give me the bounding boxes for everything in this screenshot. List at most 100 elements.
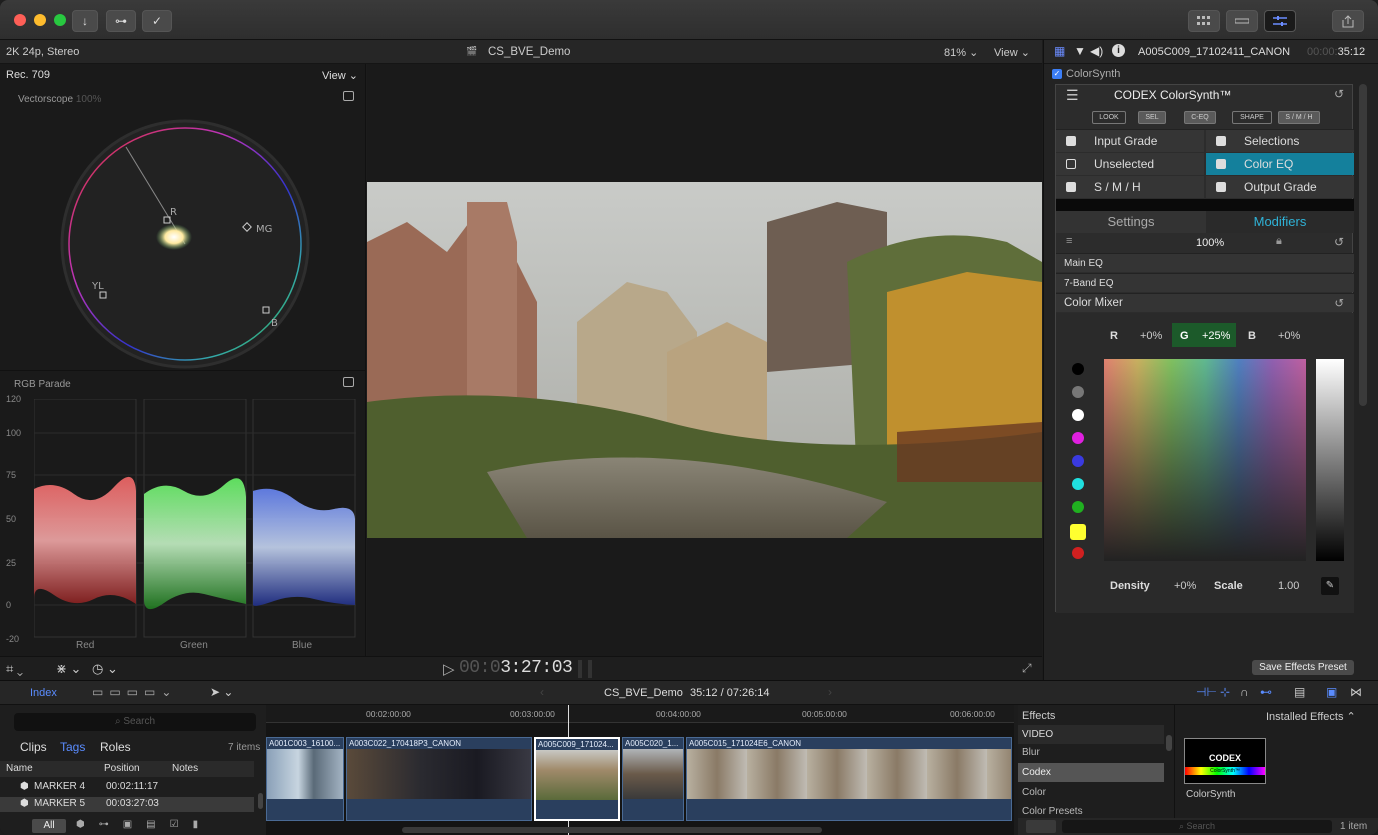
category-scrollbar[interactable] xyxy=(1166,735,1172,751)
grid-input-grade[interactable]: Input Grade xyxy=(1056,130,1204,152)
effects-search-input[interactable]: ⌕ Search xyxy=(1062,820,1332,833)
background-tasks-button[interactable]: ✓ xyxy=(142,10,172,32)
grid-output-grade[interactable]: Output Grade xyxy=(1206,176,1354,198)
eyedropper-icon[interactable]: ✎ xyxy=(1321,577,1339,595)
color-inspector-icon[interactable]: ▼ xyxy=(1074,44,1086,58)
amount-value[interactable]: 100% xyxy=(1196,237,1224,249)
effects-browser-icon[interactable]: ▣ xyxy=(1326,685,1337,699)
reset-plugin-icon[interactable]: ↺ xyxy=(1334,87,1344,101)
scope-settings-icon[interactable] xyxy=(343,91,354,101)
g-value[interactable]: +25% xyxy=(1202,330,1230,342)
installed-effects-menu[interactable]: Installed Effects ⌃ xyxy=(1266,710,1356,723)
timeline-scrollbar[interactable] xyxy=(402,827,822,833)
density-value[interactable]: +0% xyxy=(1174,580,1196,592)
hamburger-menu-icon[interactable]: ☰ xyxy=(1066,87,1079,104)
color-swatch[interactable] xyxy=(1072,409,1084,421)
timeline-clip-selected[interactable]: A005C009_171024... xyxy=(534,737,620,821)
edit-mode-icons[interactable]: ▭▭▭▭⌄ xyxy=(92,685,177,699)
retime-tool-icon[interactable]: ◷ ⌄ xyxy=(92,661,118,677)
timecode-display[interactable]: 00:03:27:03 xyxy=(459,658,573,678)
index-search-input[interactable]: ⌕ Search xyxy=(14,713,256,731)
color-swatch[interactable] xyxy=(1072,547,1084,559)
import-button[interactable]: ↓ xyxy=(72,10,98,32)
tab-settings[interactable]: Settings xyxy=(1056,211,1206,233)
timeline-clip[interactable]: A005C020_1... xyxy=(622,737,684,821)
headphones-icon[interactable]: ∩ xyxy=(1240,685,1249,699)
grid-unselected[interactable]: Unselected xyxy=(1056,153,1204,175)
color-swatch[interactable] xyxy=(1070,524,1086,540)
transitions-browser-icon[interactable]: ⋈ xyxy=(1350,685,1362,699)
grid-smh[interactable]: S / M / H xyxy=(1056,176,1204,198)
tab-clips[interactable]: Clips xyxy=(20,740,47,754)
color-swatch[interactable] xyxy=(1072,432,1084,444)
filter-type-icons[interactable]: ⬢⊶▣▤☑▮ xyxy=(76,819,212,830)
zoom-menu[interactable]: 81% ⌄ xyxy=(944,46,978,59)
skimming-icon[interactable]: ⊹ xyxy=(1220,685,1230,699)
filter-all-button[interactable]: All xyxy=(32,819,66,833)
color-plane[interactable] xyxy=(1104,359,1306,561)
lock-icon[interactable]: 🔒︎ xyxy=(1276,235,1282,248)
tab-ceq[interactable]: C-EQ xyxy=(1184,111,1216,124)
video-inspector-icon[interactable]: ▦ xyxy=(1054,44,1065,58)
nav-forward-icon[interactable]: › xyxy=(828,685,832,699)
clip-appearance-icon[interactable]: ▤ xyxy=(1294,685,1305,699)
color-swatch[interactable] xyxy=(1072,501,1084,513)
scale-value[interactable]: 1.00 xyxy=(1278,580,1299,592)
video-frame-image[interactable] xyxy=(367,182,1042,538)
reset-amount-icon[interactable]: ↺ xyxy=(1334,235,1344,249)
timeline-clip[interactable]: A003C022_170418P3_CANON xyxy=(346,737,532,821)
fullscreen-icon[interactable]: ⤢ xyxy=(1022,661,1032,676)
tab-sel[interactable]: SEL xyxy=(1138,111,1166,124)
timeline-toggle-icon[interactable] xyxy=(1226,10,1258,32)
viewer-view-menu[interactable]: View ⌄ xyxy=(994,46,1030,59)
select-tool-icon[interactable]: ➤ ⌄ xyxy=(210,685,233,699)
effect-enable-checkbox[interactable]: ✓ xyxy=(1052,69,1062,79)
scope-view-menu[interactable]: View ⌄ xyxy=(322,69,358,82)
share-icon[interactable] xyxy=(1332,10,1364,32)
filter-icon[interactable]: ≡ xyxy=(1066,235,1072,247)
close-window-button[interactable] xyxy=(14,14,26,26)
color-swatch[interactable] xyxy=(1072,455,1084,467)
grid-selections[interactable]: Selections xyxy=(1206,130,1354,152)
tab-roles[interactable]: Roles xyxy=(100,740,131,754)
timeline-clip[interactable]: A001C003_16100... xyxy=(266,737,344,821)
r-value[interactable]: +0% xyxy=(1140,330,1162,342)
index-scrollbar[interactable] xyxy=(258,793,263,809)
minimize-window-button[interactable] xyxy=(34,14,46,26)
crop-tool-icon[interactable]: ⌗ ⌄ xyxy=(6,661,23,677)
nav-back-icon[interactable]: ‹ xyxy=(540,685,544,699)
tab-smh[interactable]: S / M / H xyxy=(1278,111,1320,124)
enhance-tool-icon[interactable]: ⋇ ⌄ xyxy=(56,661,81,677)
category-blur[interactable]: Blur xyxy=(1018,743,1164,762)
row-color-mixer[interactable]: Color Mixer ↺ xyxy=(1056,293,1354,312)
timeline-clip[interactable]: A005C015_171024E6_CANON xyxy=(686,737,1012,821)
zoom-window-button[interactable] xyxy=(54,14,66,26)
tab-shape[interactable]: SHAPE xyxy=(1232,111,1272,124)
audio-skimming-icon[interactable]: ⊣⊢ xyxy=(1196,685,1217,699)
colorsynth-effect-thumbnail[interactable]: CODEX ColorSynth™ xyxy=(1184,738,1266,784)
row-main-eq[interactable]: Main EQ xyxy=(1056,253,1354,272)
category-codex[interactable]: Codex xyxy=(1018,763,1164,782)
info-inspector-icon[interactable]: i xyxy=(1112,44,1125,57)
table-row[interactable]: ⬢ MARKER 4 00:02:11:17 xyxy=(0,780,254,795)
audio-inspector-icon[interactable]: ◀) xyxy=(1090,44,1103,58)
inspector-scrollbar[interactable] xyxy=(1359,84,1367,406)
color-swatch[interactable] xyxy=(1072,386,1084,398)
row-7band-eq[interactable]: 7-Band EQ xyxy=(1056,273,1354,292)
grid-color-eq[interactable]: Color EQ xyxy=(1206,153,1354,175)
inspector-toggle-icon[interactable] xyxy=(1264,10,1296,32)
b-value[interactable]: +0% xyxy=(1278,330,1300,342)
keywords-button[interactable]: ⊶ xyxy=(106,10,136,32)
snapping-icon[interactable]: ⊷ xyxy=(1260,685,1272,699)
browser-toggle-icon[interactable] xyxy=(1188,10,1220,32)
luma-slider[interactable] xyxy=(1316,359,1344,561)
timeline-ruler[interactable]: 00:02:00:00 00:03:00:00 00:04:00:00 00:0… xyxy=(266,705,1014,723)
color-swatch[interactable] xyxy=(1072,478,1084,490)
table-row[interactable]: ⬢ MARKER 5 00:03:27:03 xyxy=(0,797,254,812)
color-swatch[interactable] xyxy=(1072,363,1084,375)
category-color[interactable]: Color xyxy=(1018,783,1164,802)
tab-tags[interactable]: Tags xyxy=(60,740,85,754)
parade-settings-icon[interactable] xyxy=(343,377,354,387)
index-button[interactable]: Index xyxy=(30,687,57,699)
save-effects-preset-button[interactable]: Save Effects Preset xyxy=(1252,660,1354,675)
